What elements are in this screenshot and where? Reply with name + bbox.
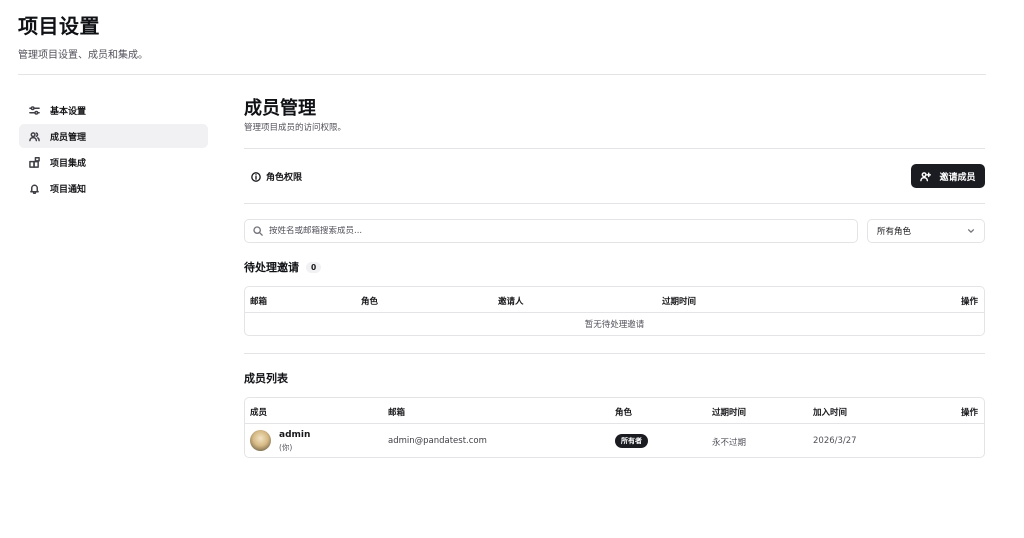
pending-invites-table: 邮箱 角色 邀请人 过期时间 操作 暂无待处理邀请 <box>244 286 985 336</box>
member-name: admin <box>279 430 311 440</box>
table-row: admin (你) admin@pandatest.com 所有者 永不过期 2… <box>245 424 984 457</box>
sidebar-item-members[interactable]: 成员管理 <box>19 124 208 148</box>
sidebar-item-label: 项目集成 <box>50 158 87 169</box>
divider <box>244 353 985 354</box>
member-you-tag: (你) <box>279 443 293 452</box>
chevron-down-icon <box>967 229 975 233</box>
pending-invites-title: 待处理邀请 <box>244 261 299 274</box>
user-plus-icon <box>920 171 932 181</box>
member-expires: 永不过期 <box>712 438 747 448</box>
sidebar-item-label: 基本设置 <box>50 106 87 117</box>
role-filter-value: 所有角色 <box>877 227 912 237</box>
column-header: 操作 <box>960 297 978 307</box>
column-header: 过期时间 <box>712 408 747 418</box>
settings-sidebar: 基本设置 成员管理 项目集成 项目通知 <box>19 98 208 202</box>
settings-sliders-icon <box>29 105 40 115</box>
search-icon <box>253 226 263 236</box>
member-email: admin@pandatest.com <box>388 436 487 446</box>
pending-invites-heading: 待处理邀请 0 <box>244 259 322 275</box>
invite-button-label: 邀请成员 <box>939 172 976 183</box>
column-header: 角色 <box>361 297 379 307</box>
sidebar-item-integrations[interactable]: 项目集成 <box>19 150 208 174</box>
members-title: 成员列表 <box>244 372 288 385</box>
role-badge: 所有者 <box>615 434 648 448</box>
column-header: 邀请人 <box>498 297 524 307</box>
empty-state: 暂无待处理邀请 <box>584 320 645 330</box>
puzzle-icon <box>29 156 40 168</box>
role-permissions-label: 角色权限 <box>266 173 303 183</box>
column-header: 加入时间 <box>813 408 848 418</box>
section-heading: 成员管理 <box>244 98 316 119</box>
column-header: 操作 <box>960 408 978 418</box>
column-header: 邮箱 <box>250 297 268 307</box>
role-permissions-link[interactable]: 角色权限 <box>251 170 302 183</box>
header-divider <box>18 74 986 75</box>
sidebar-item-label: 项目通知 <box>50 184 87 195</box>
avatar <box>250 430 271 451</box>
sidebar-item-notifications[interactable]: 项目通知 <box>19 176 208 200</box>
page-title: 项目设置 <box>18 14 100 38</box>
sidebar-item-label: 成员管理 <box>50 132 87 143</box>
role-filter-select[interactable]: 所有角色 <box>867 219 985 243</box>
table-header: 成员 邮箱 角色 过期时间 加入时间 操作 <box>245 398 984 424</box>
column-header: 过期时间 <box>662 297 697 307</box>
divider <box>244 203 985 204</box>
column-header: 邮箱 <box>388 408 406 418</box>
section-description: 管理项目成员的访问权限。 <box>244 123 347 133</box>
members-table: 成员 邮箱 角色 过期时间 加入时间 操作 admin (你) admin@pa… <box>244 397 985 458</box>
users-icon <box>29 131 40 141</box>
pending-count-badge: 0 <box>306 261 322 273</box>
sidebar-item-basic-settings[interactable]: 基本设置 <box>19 98 208 122</box>
info-icon <box>251 171 261 182</box>
members-heading: 成员列表 <box>244 370 288 386</box>
page-subtitle: 管理项目设置、成员和集成。 <box>18 50 148 61</box>
divider <box>244 148 985 149</box>
column-header: 角色 <box>615 408 633 418</box>
bell-icon <box>30 184 39 194</box>
column-header: 成员 <box>250 408 268 418</box>
member-search-input[interactable] <box>269 226 829 236</box>
member-joined: 2026/3/27 <box>813 436 857 446</box>
invite-member-button[interactable]: 邀请成员 <box>911 164 985 188</box>
member-search-box[interactable] <box>244 219 858 243</box>
table-header: 邮箱 角色 邀请人 过期时间 操作 <box>245 287 984 313</box>
